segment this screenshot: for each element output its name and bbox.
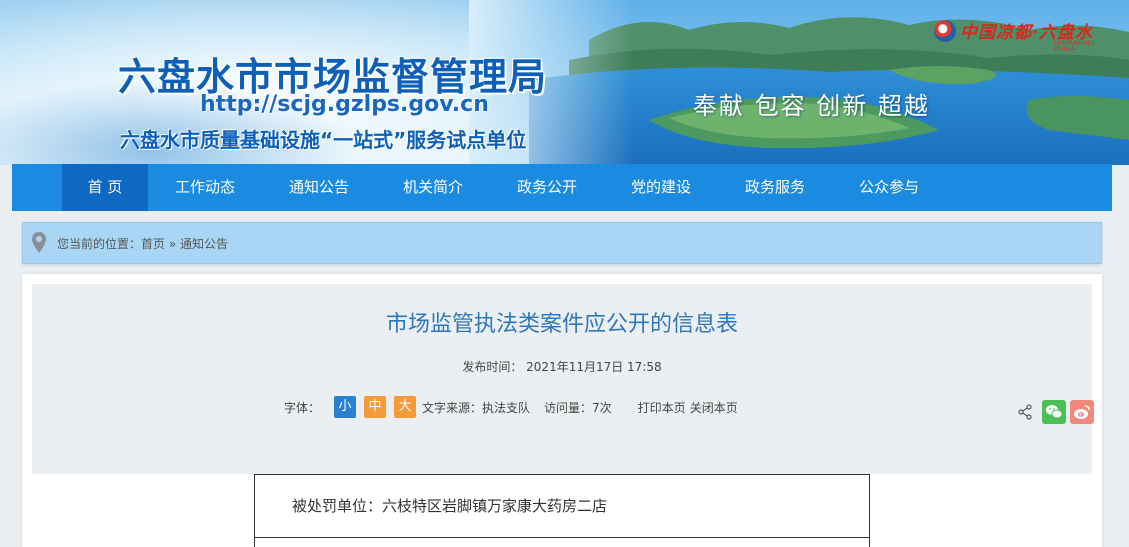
article-meta: 字体： 小 中 大 文字来源：执法支队 访问量：7次 打印本页 关闭本页 [284, 396, 738, 418]
share-bar [1018, 400, 1094, 424]
font-large-button[interactable]: 大 [394, 396, 417, 418]
site-url: http://scjg.gzlps.gov.cn [200, 92, 489, 117]
header-banner: 六盘水市市场监督管理局 http://scjg.gzlps.gov.cn 六盘水… [0, 0, 1129, 165]
site-slogan: 奉献 包容 创新 超越 [693, 92, 930, 120]
content-panel: 市场监管执法类案件应公开的信息表 发布时间： 2021年11月17日 17:58… [22, 274, 1102, 547]
nav-item-participation[interactable]: 公众参与 [832, 164, 946, 211]
breadcrumb-prefix: 您当前的位置： [57, 236, 142, 251]
breadcrumb: 您当前的位置：首页 » 通知公告 [22, 222, 1102, 264]
article-header: 市场监管执法类案件应公开的信息表 发布时间： 2021年11月17日 17:58… [32, 284, 1094, 474]
location-pin-icon [32, 232, 46, 253]
font-size-label: 字体： [284, 400, 321, 415]
share-icon[interactable] [1018, 404, 1032, 420]
nav-item-work-news[interactable]: 工作动态 [148, 164, 262, 211]
site-subtitle: 六盘水市质量基础设施“一站式”服务试点单位 [120, 128, 527, 152]
info-table: 被处罚单位：六枝特区岩脚镇万家康大药房二店 [254, 474, 870, 547]
weibo-icon [1074, 405, 1090, 419]
font-medium-button[interactable]: 中 [364, 396, 387, 418]
nav-item-party[interactable]: 党的建设 [604, 164, 718, 211]
nav-item-gov-affairs[interactable]: 政务公开 [490, 164, 604, 211]
breadcrumb-text: 您当前的位置：首页 » 通知公告 [57, 235, 228, 252]
brand-logo-en: LIUPANSHUI CHINA [1054, 41, 1095, 53]
breadcrumb-home-link[interactable]: 首页 [141, 237, 165, 251]
print-page-link[interactable]: 打印本页 [638, 399, 686, 416]
close-page-link[interactable]: 关闭本页 [690, 399, 738, 416]
nav-item-home[interactable]: 首 页 [62, 164, 148, 211]
article-date: 发布时间： 2021年11月17日 17:58 [462, 360, 662, 374]
wechat-share-button[interactable] [1042, 400, 1066, 424]
nav-item-about[interactable]: 机关简介 [376, 164, 490, 211]
main-nav: 首 页 工作动态 通知公告 机关简介 政务公开 党的建设 政务服务 公众参与 [12, 164, 1112, 211]
nav-item-services[interactable]: 政务服务 [718, 164, 832, 211]
brand-emblem-icon [934, 19, 956, 42]
wechat-icon [1046, 405, 1063, 419]
table-row: 被处罚单位：六枝特区岩脚镇万家康大药房二店 [255, 475, 869, 538]
breadcrumb-separator: » [165, 236, 181, 251]
nav-item-notices[interactable]: 通知公告 [262, 164, 376, 211]
font-small-button[interactable]: 小 [334, 396, 357, 418]
article-source: 文字来源：执法支队 [422, 400, 531, 415]
breadcrumb-current-link[interactable]: 通知公告 [180, 237, 228, 251]
liupanshui-brand-logo: 中国凉都·六盘水 LIUPANSHUI CHINA [934, 18, 1094, 53]
article-visits: 访问量：7次 [544, 400, 612, 415]
brand-logo-text: 中国凉都·六盘水 [960, 23, 1093, 43]
weibo-share-button[interactable] [1070, 400, 1094, 424]
article-title: 市场监管执法类案件应公开的信息表 [385, 312, 738, 337]
